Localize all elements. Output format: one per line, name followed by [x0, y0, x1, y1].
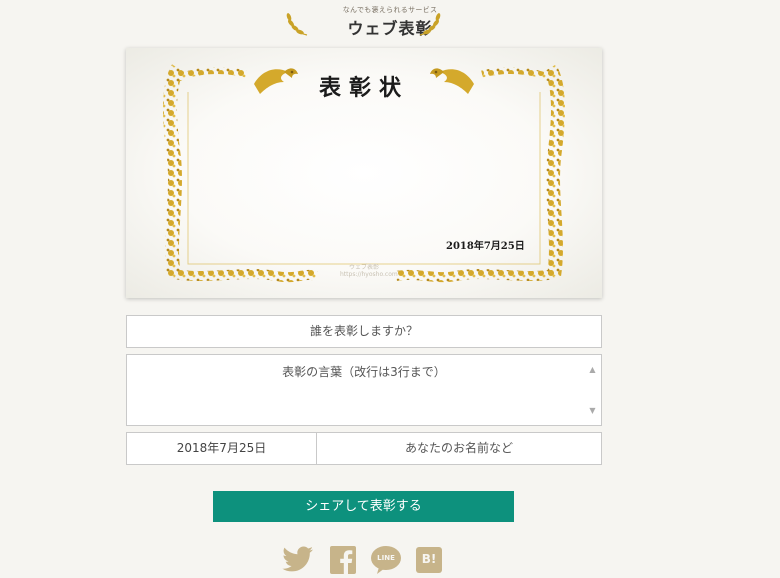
certificate-title: 表彰状	[318, 75, 409, 101]
logo-title: ウェブ表彰	[347, 19, 433, 38]
facebook-icon[interactable]	[330, 546, 356, 574]
certificate-date: 2018年7月25日	[446, 241, 525, 252]
message-placeholder: 表彰の言葉（改行は3行まで）	[282, 365, 446, 379]
laurel-right-icon	[419, 13, 441, 36]
name-input[interactable]: あなたのお名前など	[316, 432, 602, 465]
certificate-watermark: ウェブ表彰 https://hyosho.com	[340, 264, 398, 278]
certificate-preview: 表彰状 2018年7月25日 ウェブ表彰 https://hyosho.com	[126, 48, 602, 298]
hatena-label: B!	[421, 552, 437, 566]
line-icon[interactable]: LINE	[371, 546, 401, 574]
site-logo[interactable]: なんでも褒えられるサービス ウェブ表彰	[0, 0, 780, 44]
watermark-brand: ウェブ表彰	[348, 264, 379, 271]
scroll-down-icon[interactable]: ▼	[588, 406, 597, 415]
message-textarea[interactable]: 表彰の言葉（改行は3行まで） ▲ ▼	[126, 354, 602, 426]
hatena-bookmark-icon[interactable]: B!	[416, 546, 442, 574]
date-input[interactable]: 2018年7月25日	[126, 432, 317, 465]
watermark-url: https://hyosho.com	[340, 271, 398, 278]
line-label: LINE	[377, 554, 395, 562]
logo-tagline: なんでも褒えられるサービス	[342, 6, 438, 14]
scroll-up-icon[interactable]: ▲	[588, 365, 597, 374]
twitter-icon[interactable]	[282, 546, 314, 574]
recipient-input[interactable]: 誰を表彰しますか？	[126, 315, 602, 348]
share-award-button[interactable]: シェアして表彰する	[213, 491, 514, 522]
